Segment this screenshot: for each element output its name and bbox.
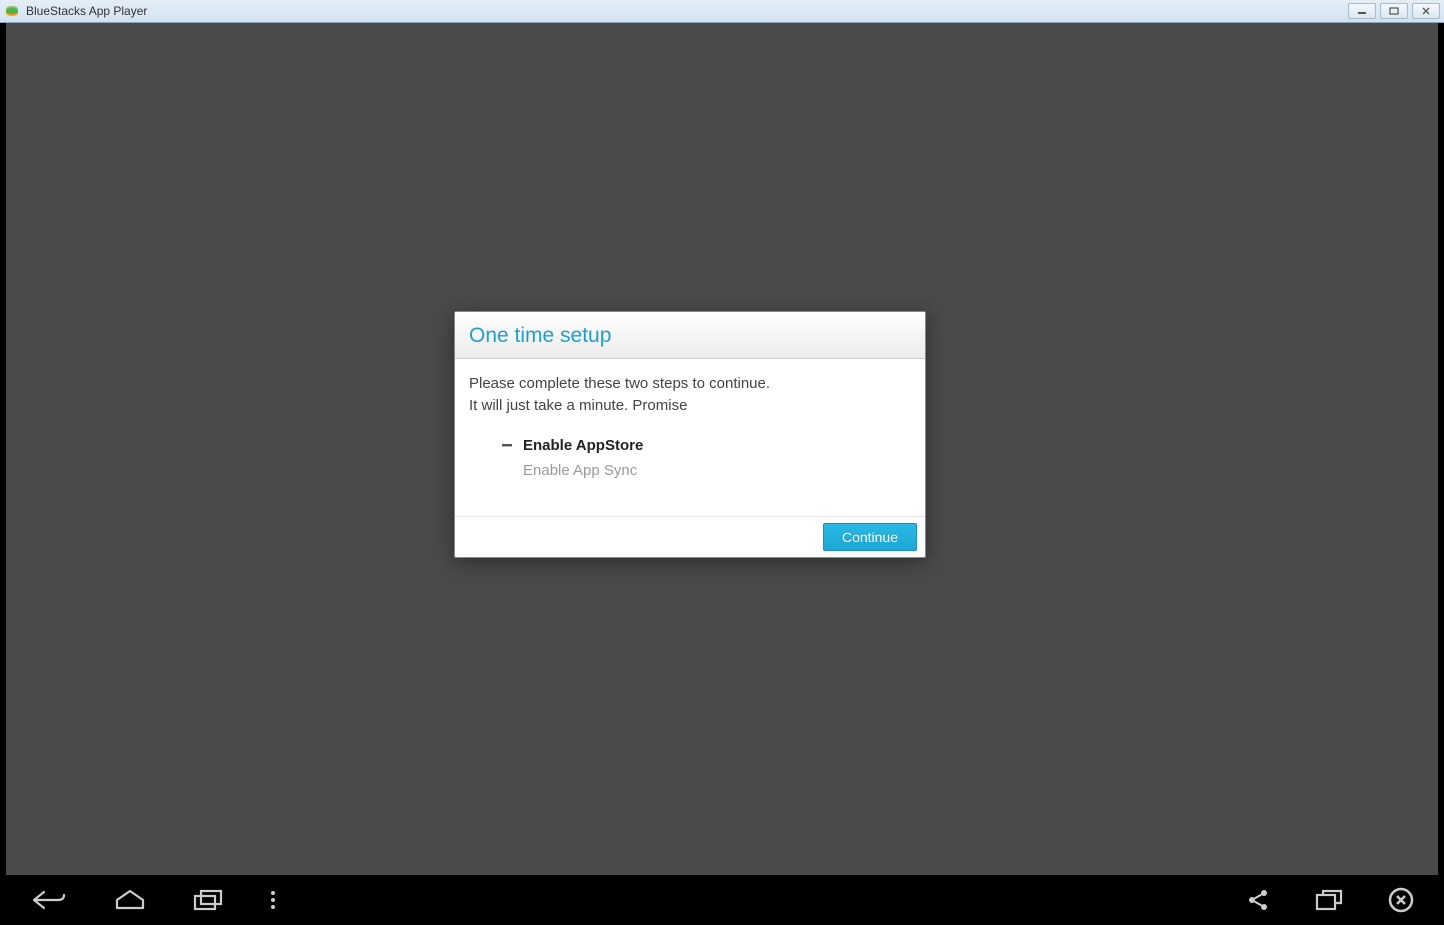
fullscreen-button[interactable] [1315, 889, 1343, 911]
recent-apps-button[interactable] [192, 888, 224, 912]
titlebar: BlueStacks App Player [0, 0, 1444, 23]
app-body: One time setup Please complete these two… [0, 23, 1444, 925]
step-current-label: Enable AppStore [523, 435, 643, 457]
dialog-message-line1: Please complete these two steps to conti… [469, 373, 911, 395]
menu-button[interactable] [269, 888, 277, 912]
share-button[interactable] [1246, 888, 1270, 912]
dialog-footer: Continue [455, 516, 925, 557]
window-title: BlueStacks App Player [26, 4, 1348, 18]
maximize-button[interactable] [1380, 3, 1408, 19]
setup-dialog: One time setup Please complete these two… [454, 311, 926, 558]
dialog-title: One time setup [469, 324, 911, 348]
app-icon [4, 3, 20, 19]
dialog-header: One time setup [455, 312, 925, 359]
dialog-body: Please complete these two steps to conti… [455, 359, 925, 516]
bottom-nav [0, 875, 1444, 925]
minus-icon [499, 439, 515, 451]
step-pending-label: Enable App Sync [499, 460, 637, 482]
step-pending: Enable App Sync [499, 460, 911, 482]
close-app-button[interactable] [1388, 887, 1414, 913]
minimize-button[interactable] [1348, 3, 1376, 19]
back-button[interactable] [30, 888, 68, 912]
window-controls [1348, 3, 1440, 19]
content-area: One time setup Please complete these two… [6, 23, 1438, 875]
step-current: Enable AppStore [499, 435, 911, 457]
setup-steps: Enable AppStore Enable App Sync [469, 435, 911, 483]
close-button[interactable] [1412, 3, 1440, 19]
home-button[interactable] [113, 888, 147, 912]
continue-button[interactable]: Continue [823, 523, 917, 551]
dialog-message-line2: It will just take a minute. Promise [469, 395, 911, 417]
